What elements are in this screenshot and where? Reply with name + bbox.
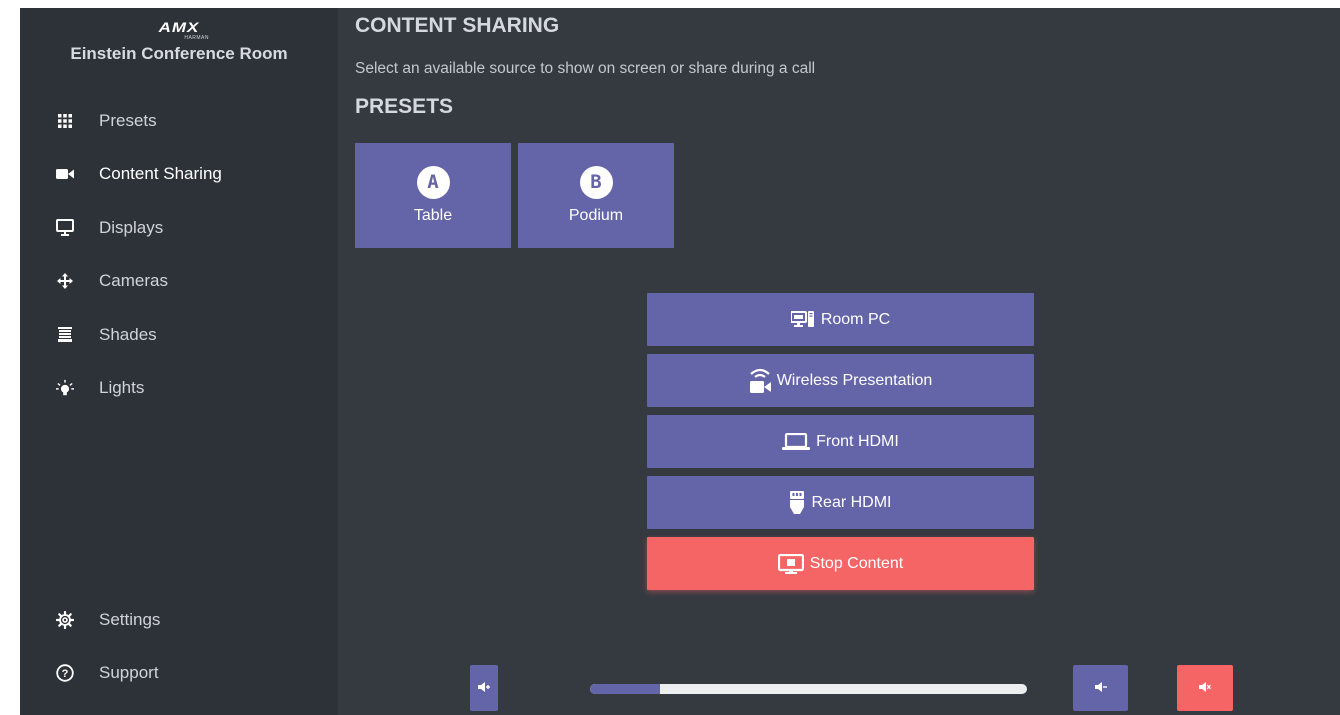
page-subtitle: Select an available source to show on sc… (355, 60, 816, 77)
volume-up-icon (478, 679, 490, 697)
svg-text:?: ? (62, 668, 69, 680)
shades-icon (56, 326, 74, 344)
source-button-room-pc[interactable]: Room PC (647, 293, 1034, 346)
source-button-front-hdmi[interactable]: Front HDMI (647, 415, 1034, 468)
volume-up-button[interactable] (470, 665, 498, 711)
amx-logo: AMX HARMAN (149, 20, 209, 42)
volume-slider[interactable] (590, 684, 1027, 694)
volume-down-button[interactable] (1073, 665, 1128, 711)
preset-button-table[interactable]: A Table (355, 143, 511, 248)
sidebar-nav: Presets Content Sharing Displays Cameras… (20, 94, 338, 415)
logo-subtext: HARMAN (184, 35, 209, 41)
volume-down-icon (1094, 679, 1107, 697)
gear-icon (56, 610, 74, 629)
main-content: CONTENT SHARING Select an available sour… (355, 8, 1340, 715)
source-label: Front HDMI (816, 432, 899, 450)
preset-button-podium[interactable]: B Podium (518, 143, 674, 248)
sidebar-item-label: Presets (99, 110, 157, 130)
lightbulb-icon (56, 379, 74, 397)
app-window: AMX HARMAN Einstein Conference Room Pres… (0, 0, 1340, 715)
sidebar-item-label: Lights (99, 378, 145, 398)
hdmi-plug-icon (789, 490, 805, 516)
source-label: Stop Content (809, 554, 904, 572)
volume-mute-icon (1199, 679, 1212, 697)
main-frame: AMX HARMAN Einstein Conference Room Pres… (20, 8, 1340, 715)
sidebar-item-cameras[interactable]: Cameras (20, 255, 338, 309)
source-label: Rear HDMI (811, 493, 892, 511)
question-circle-icon: ? (56, 664, 74, 682)
stop-content-button[interactable]: Stop Content (647, 537, 1034, 590)
preset-b-badge-icon: B (579, 166, 613, 199)
sidebar: AMX HARMAN Einstein Conference Room Pres… (20, 8, 338, 715)
brand: AMX HARMAN Einstein Conference Room (20, 20, 338, 64)
laptop-icon (782, 432, 811, 451)
logo-text: AMX (158, 20, 200, 36)
volume-mute-button[interactable] (1177, 665, 1233, 711)
sidebar-item-label: Cameras (99, 271, 168, 291)
monitor-icon (56, 219, 74, 237)
grid-icon (56, 112, 74, 130)
sidebar-item-settings[interactable]: Settings (20, 593, 338, 647)
sidebar-item-support[interactable]: ? Support (20, 647, 338, 701)
sidebar-item-label: Settings (99, 609, 161, 629)
move-arrows-icon (56, 272, 74, 290)
sidebar-item-label: Shades (99, 324, 157, 344)
sidebar-item-lights[interactable]: Lights (20, 362, 338, 416)
desktop-pc-icon (790, 311, 815, 328)
sidebar-item-content-sharing[interactable]: Content Sharing (20, 148, 338, 202)
sidebar-item-presets[interactable]: Presets (20, 94, 338, 148)
preset-label: Podium (568, 207, 624, 224)
source-label: Room PC (820, 310, 891, 328)
sidebar-item-displays[interactable]: Displays (20, 201, 338, 255)
wireless-camera-icon (749, 367, 771, 395)
sidebar-item-label: Displays (99, 217, 164, 237)
sidebar-item-shades[interactable]: Shades (20, 308, 338, 362)
source-button-wireless-presentation[interactable]: Wireless Presentation (647, 354, 1034, 407)
video-camera-icon (56, 165, 74, 183)
volume-slider-fill (590, 684, 660, 694)
source-button-rear-hdmi[interactable]: Rear HDMI (647, 476, 1034, 529)
sidebar-footer: Settings ? Support (20, 593, 338, 700)
room-name: Einstein Conference Room (70, 44, 288, 63)
sidebar-item-label: Content Sharing (99, 164, 222, 184)
sidebar-item-label: Support (99, 663, 159, 683)
stop-screen-icon (777, 553, 804, 574)
preset-a-badge-icon: A (416, 166, 450, 199)
preset-label: Table (413, 207, 453, 224)
presets-heading: PRESETS (355, 95, 454, 118)
source-label: Wireless Presentation (776, 371, 933, 389)
page-title: CONTENT SHARING (355, 14, 560, 37)
